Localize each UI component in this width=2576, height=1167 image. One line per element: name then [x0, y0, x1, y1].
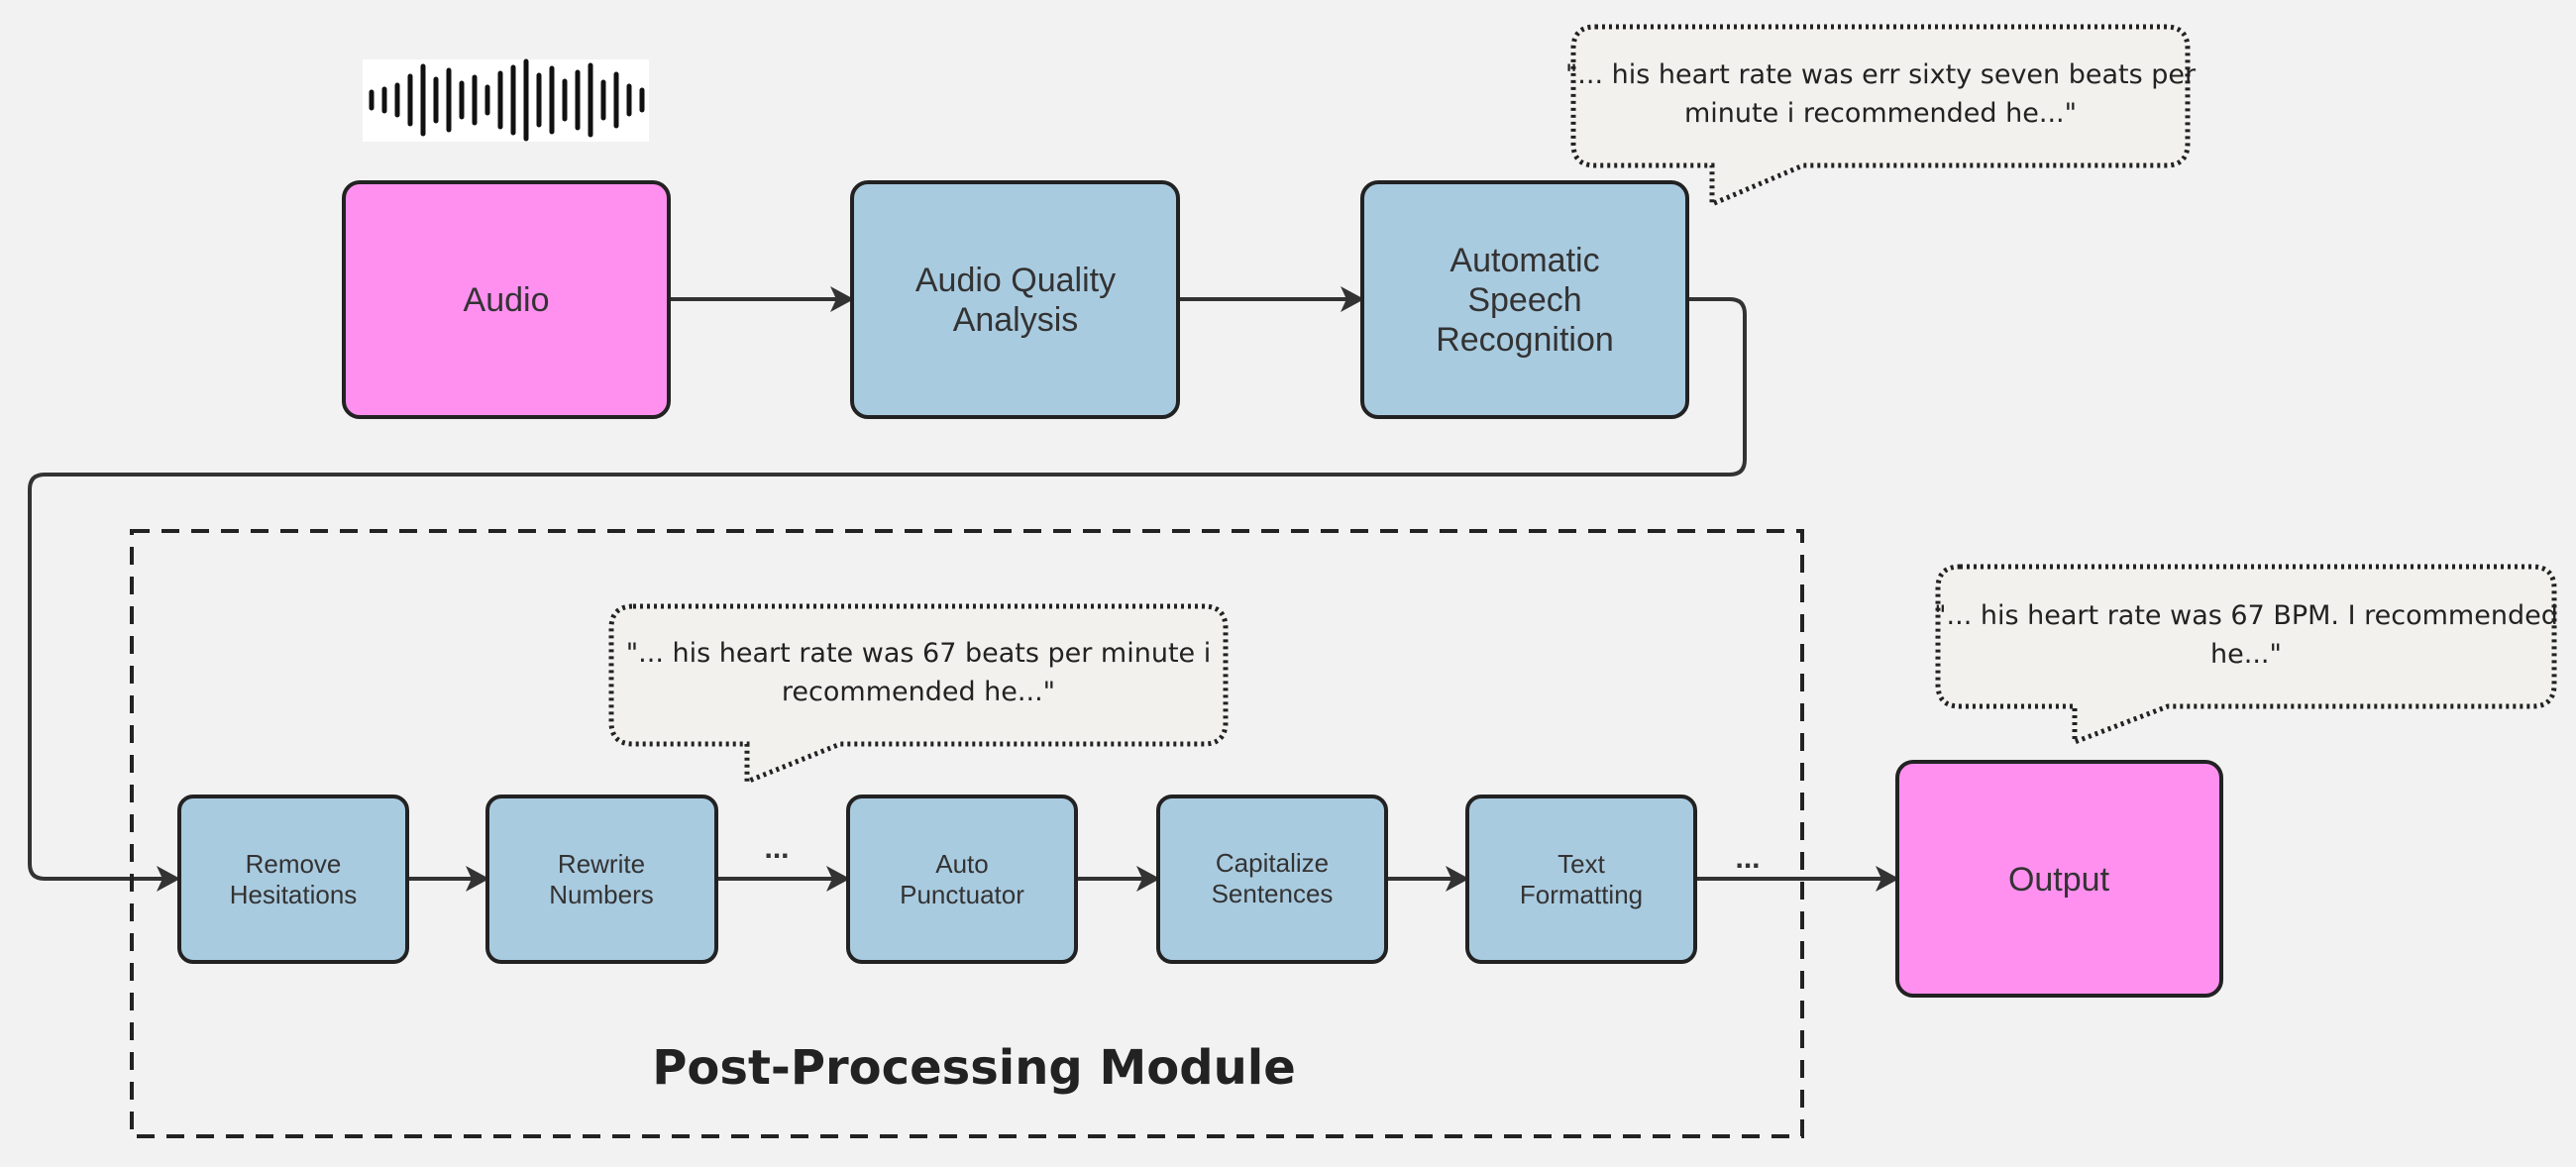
- node-label: Audio Quality: [915, 262, 1116, 299]
- node-label: Automatic: [1449, 242, 1599, 279]
- node-label: Capitalize: [1216, 848, 1329, 878]
- callout-intermediate: "... his heart rate was 67 beats per min…: [608, 603, 1229, 786]
- node-label: Auto: [935, 849, 989, 879]
- callout-text: "... his heart rate was err sixty seven …: [1565, 59, 2197, 90]
- callout-text: "... his heart rate was 67 BPM. I recomm…: [1934, 600, 2558, 631]
- svg-text:CapitalizeSentences: Capitalize Sentences: [1212, 848, 1334, 908]
- callout-text: minute i recommended he...": [1684, 98, 2077, 129]
- callout-asr-output: "... his heart rate was err sixty seven …: [1565, 24, 2197, 208]
- callout-final-output: "... his heart rate was 67 BPM. I recomm…: [1934, 564, 2558, 746]
- node-label: Remove: [246, 849, 342, 879]
- callout-text: "... his heart rate was 67 beats per min…: [626, 638, 1211, 669]
- node-audio-quality-analysis[interactable]: Audio Quality Analysis: [850, 180, 1180, 419]
- svg-text:Output: Output: [2008, 861, 2110, 899]
- node-label: Recognition: [1436, 321, 1614, 359]
- node-text-formatting[interactable]: Text Formatting: [1465, 795, 1697, 964]
- node-auto-punctuator[interactable]: Auto Punctuator: [846, 795, 1078, 964]
- node-remove-hesitations[interactable]: Remove Hesitations: [177, 795, 409, 964]
- svg-text:RewriteNumbers: Rewrite Numbers: [549, 849, 653, 909]
- node-label: Hesitations: [230, 880, 358, 909]
- node-automatic-speech-recognition[interactable]: Automatic Speech Recognition: [1360, 180, 1689, 419]
- node-label: Sentences: [1212, 879, 1334, 908]
- callout-text: he...": [2210, 639, 2282, 670]
- node-label: Analysis: [953, 301, 1079, 339]
- audio-waveform-icon: [363, 58, 649, 142]
- node-label: Rewrite: [558, 849, 645, 879]
- node-label: Text: [1557, 849, 1605, 879]
- node-label: Speech: [1467, 281, 1581, 319]
- node-label: Output: [2008, 861, 2110, 899]
- module-title: Post-Processing Module: [652, 1040, 1296, 1096]
- pipeline-diagram: Post-Processing Module Audio Audio Quali…: [28, 24, 2558, 1138]
- node-capitalize-sentences[interactable]: Capitalize Sentences: [1156, 795, 1388, 964]
- node-rewrite-numbers[interactable]: Rewrite Numbers: [485, 795, 718, 964]
- svg-text:Audio: Audio: [464, 281, 550, 319]
- svg-text:RemoveHesitations: Remove Hesitations: [230, 849, 358, 909]
- ellipsis-label: ...: [764, 832, 789, 865]
- node-label: Numbers: [549, 880, 653, 909]
- ellipsis-label: ...: [1735, 842, 1760, 875]
- node-output[interactable]: Output: [1895, 760, 2223, 998]
- callout-text: recommended he...": [782, 677, 1055, 707]
- node-label: Punctuator: [900, 880, 1024, 909]
- node-label: Audio: [464, 281, 550, 319]
- node-audio[interactable]: Audio: [342, 180, 671, 419]
- node-label: Formatting: [1520, 880, 1643, 909]
